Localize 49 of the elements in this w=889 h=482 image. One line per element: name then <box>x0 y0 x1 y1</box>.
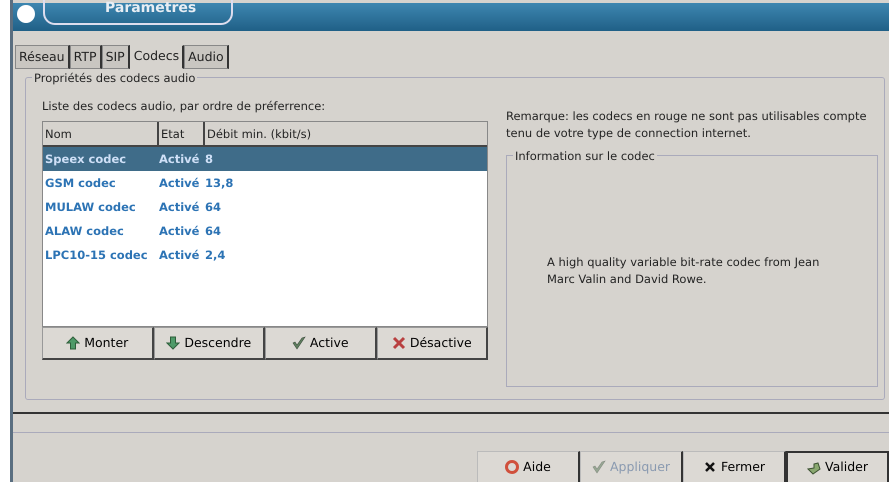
window-menu-button[interactable] <box>17 5 35 23</box>
table-cell-text: Activé <box>159 198 200 216</box>
dialog-button[interactable]: Aide <box>477 451 580 482</box>
tab[interactable]: Audio <box>184 45 229 69</box>
up-arrow-icon <box>66 336 80 350</box>
close-icon <box>702 460 717 474</box>
table-cell: 64 <box>205 222 222 240</box>
remark-text: Remarque: les codecs en rouge ne sont pas utilisables compte tenu de votre type de connection internet. <box>506 108 868 142</box>
table-cell-text: LPC10-15 codec <box>44 246 149 264</box>
column-header[interactable]: Nom <box>43 122 159 146</box>
tab[interactable]: Codecs <box>130 45 184 69</box>
table-cell-text: Speex codec <box>44 150 128 168</box>
table-cell-text: Activé <box>159 246 200 264</box>
table-cell: 64 <box>205 198 222 216</box>
table-row[interactable]: GSM codec Activé 13,8 <box>43 171 487 196</box>
group-title: Propriétés des codecs audio <box>32 70 198 88</box>
table-cell-text: ALAW codec <box>44 222 125 240</box>
list-button[interactable]: Désactive <box>376 327 488 360</box>
table-cell-text: GSM codec <box>44 174 117 192</box>
hand-icon <box>807 460 822 474</box>
tab[interactable]: SIP <box>102 45 130 69</box>
codec-description: A high quality variable bit-rate codec from Jean Marc Valin and David Rowe. <box>547 254 820 288</box>
column-header[interactable]: Débit min. (kbit/s) <box>205 122 487 146</box>
list-label: Liste des codecs audio, par ordre de préferrence: <box>42 98 326 115</box>
dialog-button[interactable]: Valider <box>786 451 889 482</box>
table-cell-text: Activé <box>159 150 200 168</box>
table-row[interactable]: LPC10-15 codec Activé 2,4 <box>43 243 487 268</box>
table-row[interactable]: MULAW codec Activé 64 <box>43 195 487 220</box>
lifebuoy-icon <box>505 460 520 474</box>
table-cell-text: Activé <box>159 174 200 192</box>
table-cell: 13,8 <box>205 174 234 192</box>
table-row[interactable]: ALAW codec Activé 64 <box>43 219 487 244</box>
down-arrow-icon <box>166 336 180 350</box>
dialog-button[interactable]: Fermer <box>683 451 786 482</box>
check-icon <box>592 460 606 474</box>
tab[interactable]: Réseau <box>15 45 70 69</box>
column-header[interactable]: Etat <box>159 122 205 146</box>
list-button[interactable]: Monter <box>42 327 154 360</box>
table-row[interactable]: Speex codec Activé 8 <box>43 147 487 172</box>
cross-icon <box>392 336 406 350</box>
table-cell-text: MULAW codec <box>44 198 137 216</box>
table-cell: 8 <box>205 150 214 168</box>
check-icon <box>292 336 306 350</box>
table-cell-text: Activé <box>159 222 200 240</box>
list-button[interactable]: Active <box>265 327 376 360</box>
window-title: Parametres <box>43 0 233 25</box>
tab[interactable]: RTP <box>70 45 102 69</box>
table-cell: 2,4 <box>205 246 226 264</box>
list-button[interactable]: Descendre <box>154 327 265 360</box>
